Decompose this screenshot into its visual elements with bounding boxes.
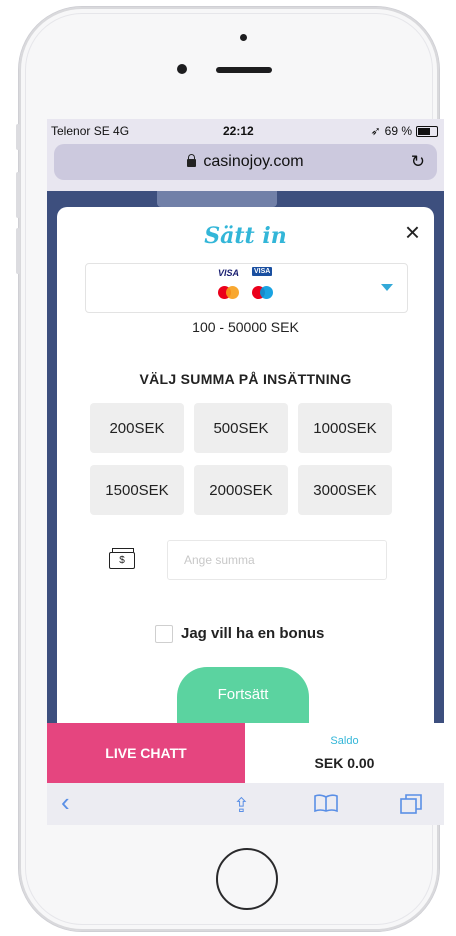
mute-switch [16, 124, 20, 150]
front-camera [177, 64, 187, 74]
background-banner [157, 191, 277, 207]
home-button[interactable] [216, 848, 278, 910]
battery-icon [416, 125, 438, 137]
modal-title: Sätt in [204, 223, 287, 249]
cash-icon: $ [109, 548, 135, 569]
maestro-logo [252, 286, 274, 300]
share-icon[interactable]: ⇪ [233, 793, 250, 818]
amount-button-2000[interactable]: 2000SEK [194, 465, 288, 515]
amount-input[interactable] [167, 540, 387, 580]
deposit-range: 100 - 50000 SEK [192, 319, 299, 335]
dropdown-caret-icon [381, 284, 393, 291]
deposit-modal: Sätt in × VISA VISA 100 - 50000 SEK VÄLJ… [57, 207, 434, 727]
tabs-icon[interactable] [399, 793, 423, 821]
bonus-label: Jag vill ha en bonus [181, 625, 325, 642]
volume-up-button [16, 172, 20, 218]
balance-value: SEK 0.00 [314, 755, 375, 771]
front-sensor [240, 34, 247, 41]
location-icon: ➶ [370, 124, 381, 138]
url-text: casinojoy.com [203, 153, 304, 170]
section-title: VÄLJ SUMMA PÅ INSÄTTNING [139, 371, 352, 387]
amount-button-200[interactable]: 200SEK [90, 403, 184, 453]
battery-indicator: ➶ 69 % [371, 124, 438, 138]
amount-button-1500[interactable]: 1500SEK [90, 465, 184, 515]
back-icon[interactable]: ‹ [61, 787, 70, 818]
visa-logo: VISA [218, 268, 240, 278]
amount-button-3000[interactable]: 3000SEK [298, 465, 392, 515]
balance-panel: Saldo SEK 0.00 [245, 723, 444, 783]
amount-button-500[interactable]: 500SEK [194, 403, 288, 453]
phone-screen: Telenor SE 4G 22:12 ➶ 69 % casinojoy.com… [47, 119, 444, 825]
close-icon[interactable]: × [405, 217, 420, 248]
live-chat-button[interactable]: LIVE CHATT [47, 723, 245, 783]
lock-icon [187, 154, 197, 167]
payment-method-select[interactable]: VISA VISA [85, 263, 408, 313]
reload-icon[interactable]: ↻ [411, 152, 425, 172]
battery-percent: 69 % [384, 124, 412, 138]
volume-down-button [16, 228, 20, 274]
browser-header: casinojoy.com ↻ [47, 141, 444, 191]
address-bar[interactable]: casinojoy.com ↻ [54, 144, 437, 180]
status-bar: Telenor SE 4G 22:12 ➶ 69 % [47, 119, 444, 141]
continue-button[interactable]: Fortsätt [177, 667, 309, 727]
carrier-label: Telenor SE 4G [51, 124, 130, 138]
bonus-checkbox[interactable] [155, 625, 173, 643]
earpiece-speaker [216, 67, 272, 73]
mastercard-logo [218, 286, 240, 300]
bookmarks-icon[interactable] [313, 793, 339, 819]
browser-toolbar: ‹ ⇪ [47, 783, 444, 825]
balance-label: Saldo [330, 735, 359, 747]
amount-button-1000[interactable]: 1000SEK [298, 403, 392, 453]
visa-electron-logo: VISA [252, 267, 273, 276]
clock: 22:12 [223, 124, 254, 138]
